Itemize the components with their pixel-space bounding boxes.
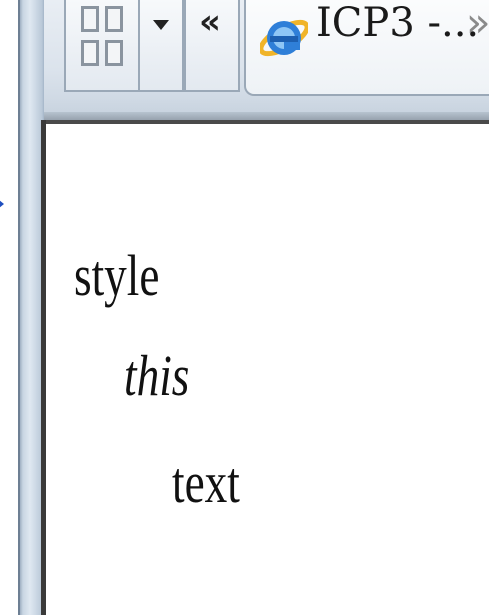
chevron-down-icon	[153, 20, 169, 30]
screenshot-region: « ICP3 -... » style this text	[0, 0, 489, 615]
grid-view-icon	[81, 6, 125, 68]
browser-tab[interactable]: ICP3 -... »	[244, 0, 489, 96]
content-line-this: this	[124, 343, 190, 408]
content-line-style: style	[74, 243, 160, 308]
tab-list-dropdown-button[interactable]	[138, 0, 184, 92]
internet-explorer-icon	[260, 19, 308, 57]
content-left-border	[41, 120, 46, 615]
content-line-text: text	[172, 450, 240, 515]
double-chevron-right-icon: »	[466, 0, 489, 46]
tab-title: ICP3 -...	[316, 0, 480, 46]
double-chevron-left-icon: «	[199, 2, 221, 42]
pointer-arrow-icon	[0, 196, 4, 212]
document-content: style this text	[48, 124, 489, 615]
scroll-tabs-left-button[interactable]: «	[184, 0, 240, 92]
quick-tabs-button[interactable]	[64, 0, 140, 92]
